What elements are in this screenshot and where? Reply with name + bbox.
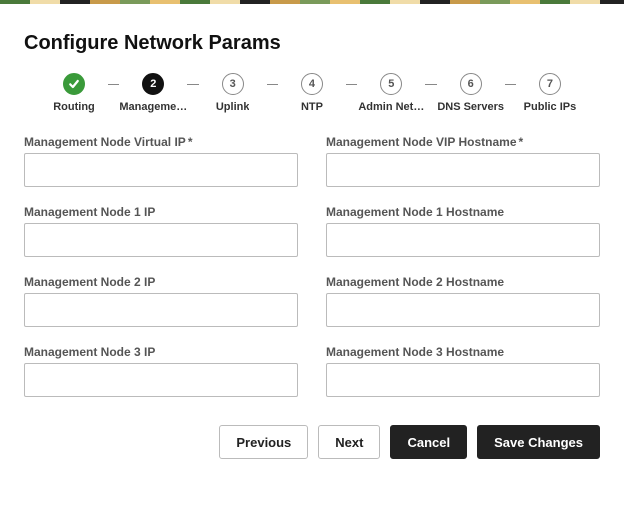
node1-hostname-input[interactable] xyxy=(326,223,600,257)
check-icon xyxy=(68,78,80,90)
vip-hostname-input[interactable] xyxy=(326,153,600,187)
field-label-text: Management Node VIP Hostname xyxy=(326,135,517,149)
field-label-text: Management Node 3 IP xyxy=(24,345,298,359)
step-label: DNS Servers xyxy=(437,101,504,113)
step-number: 2 xyxy=(142,73,164,95)
step-label: Manageme… xyxy=(119,101,187,113)
step-ntp[interactable]: 4 NTP xyxy=(278,73,346,113)
stepper: Routing 2 Manageme… 3 Uplink 4 NTP 5 Adm… xyxy=(24,73,600,113)
field-virtual-ip: Management Node Virtual IP* xyxy=(24,135,298,187)
step-connector xyxy=(505,84,516,85)
step-connector xyxy=(267,84,278,85)
step-number: 4 xyxy=(301,73,323,95)
step-label: Routing xyxy=(53,101,95,113)
cancel-button[interactable]: Cancel xyxy=(390,425,467,459)
required-mark: * xyxy=(188,135,193,149)
step-label: Public IPs xyxy=(524,101,577,113)
form-grid: Management Node Virtual IP* Management N… xyxy=(24,135,600,397)
save-changes-button[interactable]: Save Changes xyxy=(477,425,600,459)
step-connector xyxy=(425,84,436,85)
step-routing[interactable]: Routing xyxy=(40,73,108,113)
node2-hostname-input[interactable] xyxy=(326,293,600,327)
field-label-text: Management Node 1 Hostname xyxy=(326,205,600,219)
step-label: NTP xyxy=(301,101,323,113)
field-label-text: Management Node 2 IP xyxy=(24,275,298,289)
field-node3-hostname: Management Node 3 Hostname xyxy=(326,345,600,397)
step-admin-network[interactable]: 5 Admin Net… xyxy=(357,73,425,113)
step-number: 5 xyxy=(380,73,402,95)
step-connector xyxy=(187,84,198,85)
required-mark: * xyxy=(519,135,524,149)
field-label-text: Management Node Virtual IP xyxy=(24,135,186,149)
previous-button[interactable]: Previous xyxy=(219,425,308,459)
field-node1-hostname: Management Node 1 Hostname xyxy=(326,205,600,257)
step-label: Admin Net… xyxy=(358,101,424,113)
step-number: 3 xyxy=(222,73,244,95)
step-connector xyxy=(346,84,357,85)
step-label: Uplink xyxy=(216,101,250,113)
field-node2-ip: Management Node 2 IP xyxy=(24,275,298,327)
step-connector xyxy=(108,84,119,85)
field-node1-ip: Management Node 1 IP xyxy=(24,205,298,257)
field-label-text: Management Node 3 Hostname xyxy=(326,345,600,359)
field-label-text: Management Node 1 IP xyxy=(24,205,298,219)
step-number: 7 xyxy=(539,73,561,95)
node2-ip-input[interactable] xyxy=(24,293,298,327)
step-uplink[interactable]: 3 Uplink xyxy=(199,73,267,113)
field-node2-hostname: Management Node 2 Hostname xyxy=(326,275,600,327)
next-button[interactable]: Next xyxy=(318,425,380,459)
page-title: Configure Network Params xyxy=(24,32,600,55)
node3-hostname-input[interactable] xyxy=(326,363,600,397)
step-public-ips[interactable]: 7 Public IPs xyxy=(516,73,584,113)
virtual-ip-input[interactable] xyxy=(24,153,298,187)
step-number: 6 xyxy=(460,73,482,95)
step-management[interactable]: 2 Manageme… xyxy=(119,73,187,113)
field-node3-ip: Management Node 3 IP xyxy=(24,345,298,397)
node3-ip-input[interactable] xyxy=(24,363,298,397)
step-dns-servers[interactable]: 6 DNS Servers xyxy=(437,73,505,113)
node1-ip-input[interactable] xyxy=(24,223,298,257)
footer-buttons: Previous Next Cancel Save Changes xyxy=(0,397,624,475)
field-vip-hostname: Management Node VIP Hostname* xyxy=(326,135,600,187)
field-label-text: Management Node 2 Hostname xyxy=(326,275,600,289)
